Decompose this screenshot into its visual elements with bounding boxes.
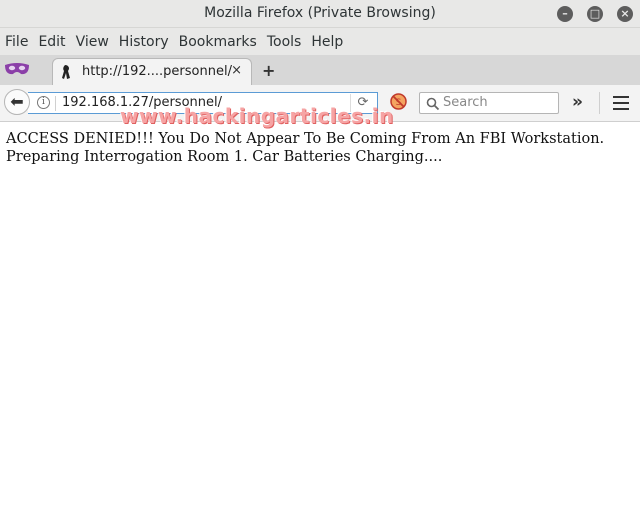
minimize-icon[interactable]: –	[557, 6, 573, 22]
toolbar-separator	[599, 92, 600, 114]
hamburger-menu-icon[interactable]	[613, 96, 629, 110]
back-button[interactable]: ⬅	[4, 89, 30, 115]
maximize-icon[interactable]: □	[587, 6, 603, 22]
search-placeholder: Search	[443, 95, 488, 110]
window-titlebar: Mozilla Firefox (Private Browsing) – □ ×	[0, 0, 640, 28]
menu-bar: File Edit View History Bookmarks Tools H…	[0, 28, 640, 55]
private-browsing-mask-icon	[5, 63, 29, 75]
page-content: ACCESS DENIED!!! You Do Not Appear To Be…	[0, 122, 640, 523]
info-icon[interactable]: i	[37, 96, 50, 109]
tab-strip: http://192....personnel/ × +	[0, 55, 640, 85]
back-arrow-icon: ⬅	[10, 92, 24, 111]
watermark: www.hackingarticles.in	[120, 104, 394, 128]
menu-help[interactable]: Help	[311, 34, 343, 50]
page-favicon-icon	[62, 65, 70, 79]
search-box[interactable]: Search	[419, 92, 559, 114]
tab-personnel[interactable]: http://192....personnel/ ×	[52, 58, 252, 85]
menu-tools[interactable]: Tools	[267, 34, 302, 50]
menu-view[interactable]: View	[76, 34, 109, 50]
tab-close-icon[interactable]: ×	[231, 63, 242, 78]
search-icon	[426, 97, 440, 111]
menu-file[interactable]: File	[5, 34, 28, 50]
access-denied-message: ACCESS DENIED!!! You Do Not Appear To Be…	[6, 131, 605, 165]
toolbar-overflow-button[interactable]: »	[572, 92, 583, 112]
new-tab-button[interactable]: +	[262, 61, 275, 80]
close-icon[interactable]: ×	[617, 6, 633, 22]
window-title: Mozilla Firefox (Private Browsing)	[204, 5, 436, 21]
url-separator	[55, 96, 56, 111]
tab-title: http://192....personnel/	[82, 64, 232, 79]
menu-bookmarks[interactable]: Bookmarks	[179, 34, 257, 50]
menu-history[interactable]: History	[119, 34, 169, 50]
menu-edit[interactable]: Edit	[38, 34, 65, 50]
